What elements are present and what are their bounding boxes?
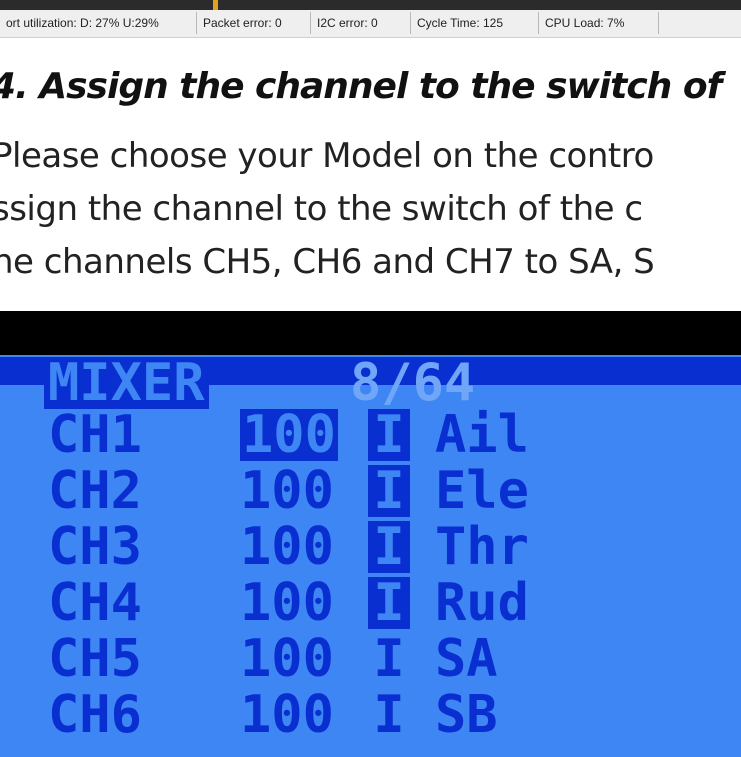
mix-indicator: I	[368, 409, 410, 461]
mix-source: SA	[435, 629, 498, 689]
mixer-row-ch6[interactable]: CH6 100 I SB	[0, 689, 741, 741]
mixer-row-ch1[interactable]: CH1 100 I Ail	[0, 409, 741, 461]
mixer-row-ch4[interactable]: CH4 100 I Rud	[0, 577, 741, 629]
packet-error-status: Packet error: 0	[197, 12, 311, 34]
active-tab-marker	[213, 0, 218, 10]
weight-value: 100	[240, 461, 334, 521]
instruction-line-1: Please choose your Model on the contro	[0, 136, 654, 176]
mixer-row-ch2[interactable]: CH2 100 I Ele	[0, 465, 741, 517]
switch-indicator: I	[373, 685, 405, 745]
section-heading: 4. Assign the channel to the switch of	[0, 66, 722, 107]
mixer-row-ch3[interactable]: CH3 100 I Thr	[0, 521, 741, 573]
lcd-screen: MIXER 8/64 CH1 100 I Ail CH2 100 I Ele C…	[0, 355, 741, 757]
mixer-title: MIXER	[44, 357, 209, 409]
weight-value: 100	[240, 517, 334, 577]
cpu-load-status: CPU Load: 7%	[539, 12, 659, 34]
switch-indicator: I	[373, 629, 405, 689]
mix-source: Ele	[435, 461, 529, 521]
mixer-row-ch5[interactable]: CH5 100 I SA	[0, 633, 741, 685]
weight-value: 100	[240, 629, 334, 689]
port-utilization-status: ort utilization: D: 27% U:29%	[0, 12, 197, 34]
channel-label: CH4	[48, 573, 142, 633]
weight-value: 100	[240, 573, 334, 633]
mixer-page-number: 8/64	[350, 355, 476, 413]
channel-label: CH3	[48, 517, 142, 577]
instruction-line-2: ssign the channel to the switch of the c	[0, 189, 643, 229]
top-toolbar-strip	[0, 0, 741, 10]
channel-label: CH2	[48, 461, 142, 521]
mix-indicator: I	[368, 465, 410, 517]
channel-label: CH6	[48, 685, 142, 745]
mix-source: Rud	[435, 573, 529, 633]
weight-value: 100	[240, 685, 334, 745]
lcd-screenshot: MIXER 8/64 CH1 100 I Ail CH2 100 I Ele C…	[0, 311, 741, 757]
instruction-line-3: he channels CH5, CH6 and CH7 to SA, S	[0, 242, 655, 282]
channel-label: CH1	[48, 405, 142, 465]
status-bar: ort utilization: D: 27% U:29% Packet err…	[0, 10, 741, 38]
cycle-time-status: Cycle Time: 125	[411, 12, 539, 34]
mix-source: SB	[435, 685, 498, 745]
channel-label: CH5	[48, 629, 142, 689]
mix-source: Ail	[435, 405, 529, 465]
i2c-error-status: I2C error: 0	[311, 12, 411, 34]
mix-source: Thr	[435, 517, 529, 577]
mix-indicator: I	[368, 577, 410, 629]
weight-value-selected[interactable]: 100	[240, 409, 338, 461]
mix-indicator: I	[368, 521, 410, 573]
